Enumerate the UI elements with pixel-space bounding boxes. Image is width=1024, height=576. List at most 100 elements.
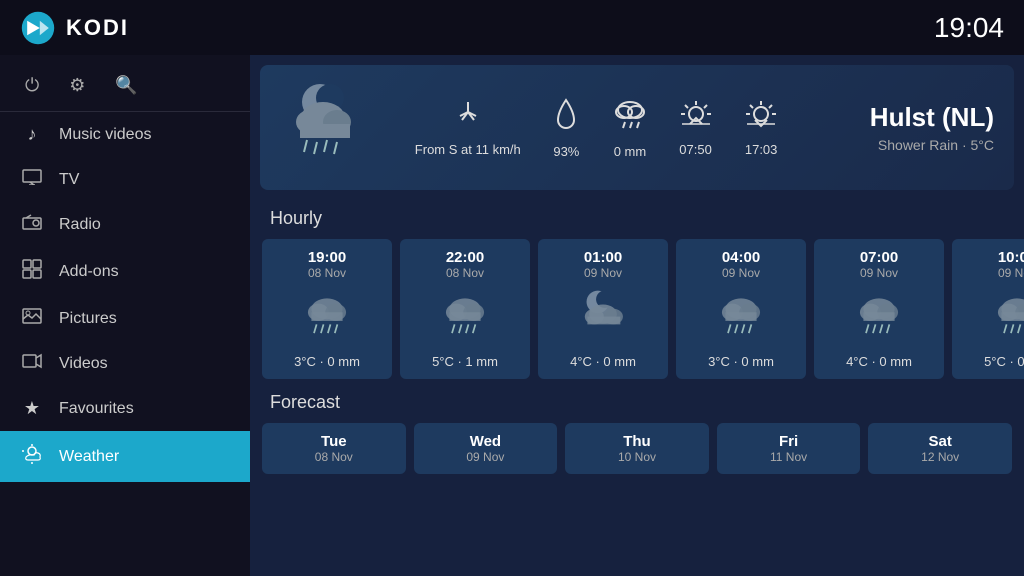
humidity-stat: 93%: [550, 96, 582, 159]
forecast-container: Tue 08 Nov Wed 09 Nov Thu 10 Nov Fri 11 …: [250, 418, 1024, 479]
hourly-forecast-container: 19:00 08 Nov 3°C · 0 mm 22:00 08 Nov: [250, 234, 1024, 384]
hourly-temp: 5°C · 1 mm: [408, 354, 522, 369]
forecast-day: Fri: [725, 433, 853, 450]
hourly-temp: 3°C · 0 mm: [270, 354, 384, 369]
pictures-icon: [20, 308, 44, 329]
location-info: Hulst (NL) Shower Rain · 5°C: [814, 102, 994, 153]
sidebar-item-music-videos[interactable]: ♪ Music videos: [0, 112, 250, 157]
sidebar-item-pictures[interactable]: Pictures: [0, 296, 250, 341]
hourly-card[interactable]: 22:00 08 Nov 5°C · 1 mm: [400, 239, 530, 379]
wind-stat: From S at 11 km/h: [415, 98, 521, 157]
sidebar-item-favourites[interactable]: ★ Favourites: [0, 386, 250, 431]
sidebar-item-label: Radio: [59, 216, 101, 234]
sunset-value: 17:03: [743, 142, 779, 157]
sidebar-toolbar: ⏻ ⚙ 🔍: [0, 65, 250, 112]
rain-value: 0 mm: [612, 144, 648, 159]
hourly-weather-icon: [270, 288, 384, 349]
kodi-logo-icon: [20, 10, 56, 46]
forecast-day: Sat: [876, 433, 1004, 450]
sidebar-item-label: Add-ons: [59, 263, 119, 281]
forecast-card[interactable]: Tue 08 Nov: [262, 423, 406, 474]
radio-icon: [20, 214, 44, 235]
settings-icon[interactable]: ⚙: [69, 75, 85, 96]
main-content: From S at 11 km/h 93%: [250, 55, 1024, 576]
humidity-icon: [550, 96, 582, 139]
hourly-time: 04:00: [684, 249, 798, 266]
hourly-card[interactable]: 10:00 09 Nov 5°C · 0 mm: [952, 239, 1024, 379]
location-name: Hulst (NL): [814, 102, 994, 133]
humidity-value: 93%: [550, 144, 582, 159]
sidebar-item-label: Weather: [59, 448, 119, 466]
hourly-temp: 4°C · 0 mm: [546, 354, 660, 369]
hourly-weather-icon: [960, 288, 1024, 349]
hourly-date: 08 Nov: [408, 266, 522, 280]
sunset-stat: 17:03: [743, 98, 779, 157]
forecast-card[interactable]: Thu 10 Nov: [565, 423, 709, 474]
hourly-temp: 4°C · 0 mm: [822, 354, 936, 369]
weather-stats-row: From S at 11 km/h 93%: [400, 96, 794, 159]
videos-icon: [20, 353, 44, 374]
forecast-date: 09 Nov: [422, 450, 550, 464]
current-weather-icon: [280, 80, 380, 175]
favourites-icon: ★: [20, 398, 44, 419]
hourly-temp: 5°C · 0 mm: [960, 354, 1024, 369]
hourly-date: 09 Nov: [546, 266, 660, 280]
forecast-section-title: Forecast: [250, 384, 1024, 418]
hourly-weather-icon: [822, 288, 936, 349]
sunrise-icon: [678, 98, 714, 137]
forecast-card[interactable]: Sat 12 Nov: [868, 423, 1012, 474]
sidebar-item-label: Favourites: [59, 400, 134, 418]
wind-icon: [415, 98, 521, 137]
sunrise-stat: 07:50: [678, 98, 714, 157]
hourly-weather-icon: [684, 288, 798, 349]
sunrise-value: 07:50: [678, 142, 714, 157]
rain-icon: [612, 96, 648, 139]
forecast-card[interactable]: Fri 11 Nov: [717, 423, 861, 474]
hourly-temp: 3°C · 0 mm: [684, 354, 798, 369]
wind-value: From S at 11 km/h: [415, 142, 521, 157]
weather-icon: [20, 443, 44, 470]
hourly-date: 09 Nov: [684, 266, 798, 280]
hourly-date: 08 Nov: [270, 266, 384, 280]
hourly-card[interactable]: 07:00 09 Nov 4°C · 0 mm: [814, 239, 944, 379]
hourly-date: 09 Nov: [822, 266, 936, 280]
rain-stat: 0 mm: [612, 96, 648, 159]
sidebar-item-tv[interactable]: TV: [0, 157, 250, 202]
forecast-card[interactable]: Wed 09 Nov: [414, 423, 558, 474]
hourly-time: 07:00: [822, 249, 936, 266]
sidebar-item-label: TV: [59, 171, 79, 189]
search-icon[interactable]: 🔍: [115, 75, 137, 96]
hourly-time: 10:00: [960, 249, 1024, 266]
forecast-date: 10 Nov: [573, 450, 701, 464]
hourly-card[interactable]: 19:00 08 Nov 3°C · 0 mm: [262, 239, 392, 379]
forecast-day: Thu: [573, 433, 701, 450]
sidebar-item-radio[interactable]: Radio: [0, 202, 250, 247]
power-icon[interactable]: ⏻: [25, 75, 39, 96]
sidebar-item-weather[interactable]: Weather: [0, 431, 250, 482]
music-videos-icon: ♪: [20, 124, 44, 145]
clock-display: 19:04: [934, 12, 1004, 44]
sidebar-item-label: Pictures: [59, 310, 117, 328]
hourly-card[interactable]: 04:00 09 Nov 3°C · 0 mm: [676, 239, 806, 379]
hourly-card[interactable]: 01:00 09 Nov 4°C · 0 mm: [538, 239, 668, 379]
sidebar-item-label: Music videos: [59, 126, 151, 144]
app-title: KODI: [66, 15, 129, 41]
forecast-day: Wed: [422, 433, 550, 450]
addons-icon: [20, 259, 44, 284]
hourly-time: 01:00: [546, 249, 660, 266]
current-weather-panel: From S at 11 km/h 93%: [260, 65, 1014, 190]
sidebar-item-label: Videos: [59, 355, 108, 373]
hourly-section-title: Hourly: [250, 200, 1024, 234]
sidebar-item-addons[interactable]: Add-ons: [0, 247, 250, 296]
hourly-date: 09 Nov: [960, 266, 1024, 280]
hourly-weather-icon: [408, 288, 522, 349]
sidebar: ⏻ ⚙ 🔍 ♪ Music videos TV Radio Add-ons Pi…: [0, 55, 250, 576]
hourly-time: 22:00: [408, 249, 522, 266]
sidebar-item-videos[interactable]: Videos: [0, 341, 250, 386]
forecast-day: Tue: [270, 433, 398, 450]
tv-icon: [20, 169, 44, 190]
forecast-date: 11 Nov: [725, 450, 853, 464]
logo-area: KODI: [20, 10, 129, 46]
forecast-date: 12 Nov: [876, 450, 1004, 464]
location-condition: Shower Rain · 5°C: [814, 137, 994, 153]
